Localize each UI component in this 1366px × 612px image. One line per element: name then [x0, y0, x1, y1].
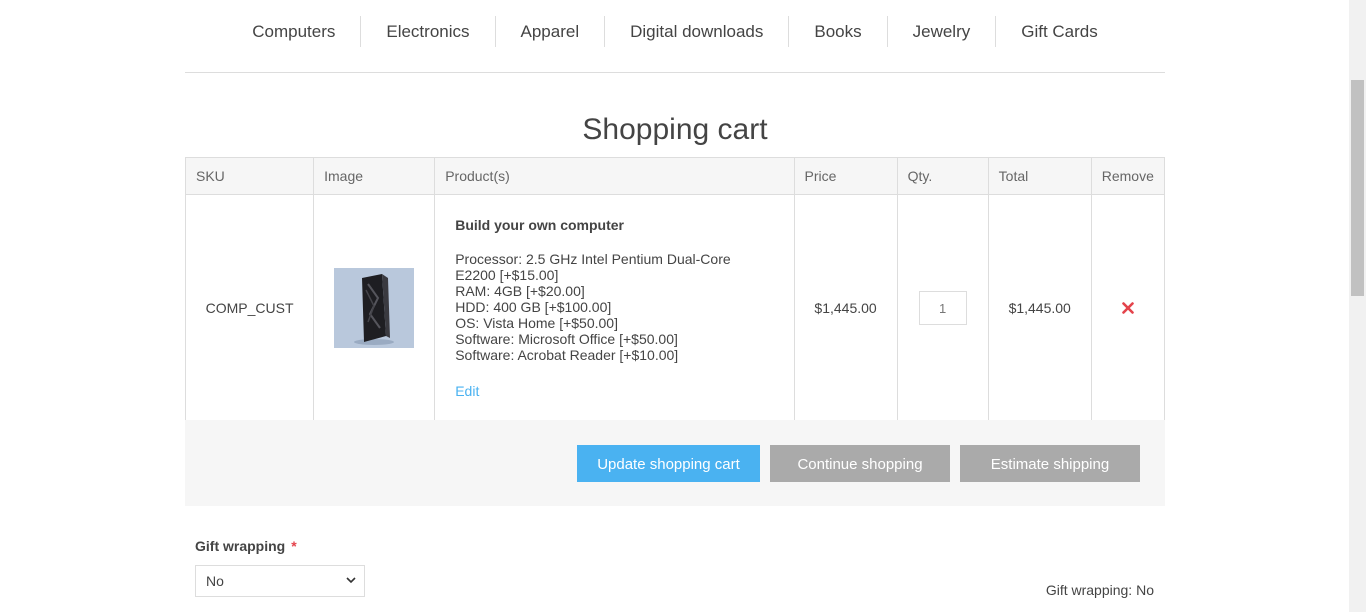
product-attribute: Software: Microsoft Office [+$50.00] — [455, 331, 678, 347]
sku-cell: COMP_CUST — [184, 194, 315, 422]
qty-cell — [896, 194, 989, 422]
estimate-shipping-button[interactable]: Estimate shipping — [960, 445, 1140, 482]
scrollbar-thumb[interactable] — [1351, 80, 1364, 296]
cart-table: SKU Image Product(s) Price Qty. Total Re… — [184, 157, 1166, 422]
menu-item-digital-downloads[interactable]: Digital downloads — [604, 16, 788, 47]
remove-item-icon — [1122, 301, 1134, 314]
header-remove: Remove — [1090, 157, 1166, 195]
header-price: Price — [793, 157, 898, 195]
product-attribute: RAM: 4GB [+$20.00] — [455, 283, 585, 299]
total-cell: $1,445.00 — [987, 194, 1092, 422]
gift-wrapping-label: Gift wrapping * — [195, 538, 297, 554]
vertical-scrollbar[interactable] — [1349, 0, 1366, 612]
product-cell: Build your own computer Processor: 2.5 G… — [434, 194, 795, 422]
product-name-link[interactable]: Build your own computer — [455, 217, 773, 233]
top-menu: Computers Electronics Apparel Digital do… — [185, 0, 1165, 73]
header-image: Image — [313, 157, 436, 195]
gift-wrapping-select[interactable]: No — [195, 565, 365, 597]
computer-tower-icon — [334, 268, 415, 348]
cart-table-header-row: SKU Image Product(s) Price Qty. Total Re… — [184, 157, 1166, 195]
gift-wrapping-selected: No — [206, 573, 224, 589]
cart-options: Update shopping cart Continue shopping E… — [185, 420, 1165, 506]
menu-list: Computers Electronics Apparel Digital do… — [185, 16, 1165, 47]
product-attribute: OS: Vista Home [+$50.00] — [455, 315, 618, 331]
product-attribute: Software: Acrobat Reader [+$10.00] — [455, 347, 679, 363]
update-cart-button[interactable]: Update shopping cart — [577, 445, 760, 482]
gift-wrapping-label-text: Gift wrapping — [195, 538, 286, 554]
product-attribute: E2200 [+$15.00] — [455, 267, 559, 283]
table-row: COMP_CUST Build your own computer Proces… — [184, 194, 1166, 422]
menu-item-electronics[interactable]: Electronics — [360, 16, 494, 47]
header-products: Product(s) — [434, 157, 795, 195]
chevron-down-icon — [346, 566, 356, 608]
product-image[interactable] — [334, 268, 415, 348]
menu-item-apparel[interactable]: Apparel — [494, 16, 605, 47]
product-attribute: HDD: 400 GB [+$100.00] — [455, 299, 612, 315]
menu-item-books[interactable]: Books — [788, 16, 886, 47]
required-mark: * — [291, 538, 297, 554]
header-total: Total — [987, 157, 1092, 195]
menu-item-gift-cards[interactable]: Gift Cards — [995, 16, 1123, 47]
gift-wrapping-summary: Gift wrapping: No — [1045, 582, 1154, 598]
remove-cell — [1090, 194, 1166, 422]
continue-shopping-button[interactable]: Continue shopping — [770, 445, 950, 482]
image-cell — [313, 194, 436, 422]
header-sku: SKU — [184, 157, 315, 195]
menu-item-computers[interactable]: Computers — [227, 16, 360, 47]
quantity-input[interactable] — [918, 291, 967, 325]
page: Computers Electronics Apparel Digital do… — [0, 0, 1349, 612]
close-x-icon[interactable] — [1122, 297, 1134, 320]
product-attribute: Processor: 2.5 GHz Intel Pentium Dual-Co… — [455, 251, 731, 267]
header-qty: Qty. — [896, 157, 989, 195]
edit-link[interactable]: Edit — [455, 383, 773, 399]
menu-item-jewelry[interactable]: Jewelry — [886, 16, 996, 47]
page-title: Shopping cart — [582, 113, 768, 146]
price-cell: $1,445.00 — [793, 194, 898, 422]
